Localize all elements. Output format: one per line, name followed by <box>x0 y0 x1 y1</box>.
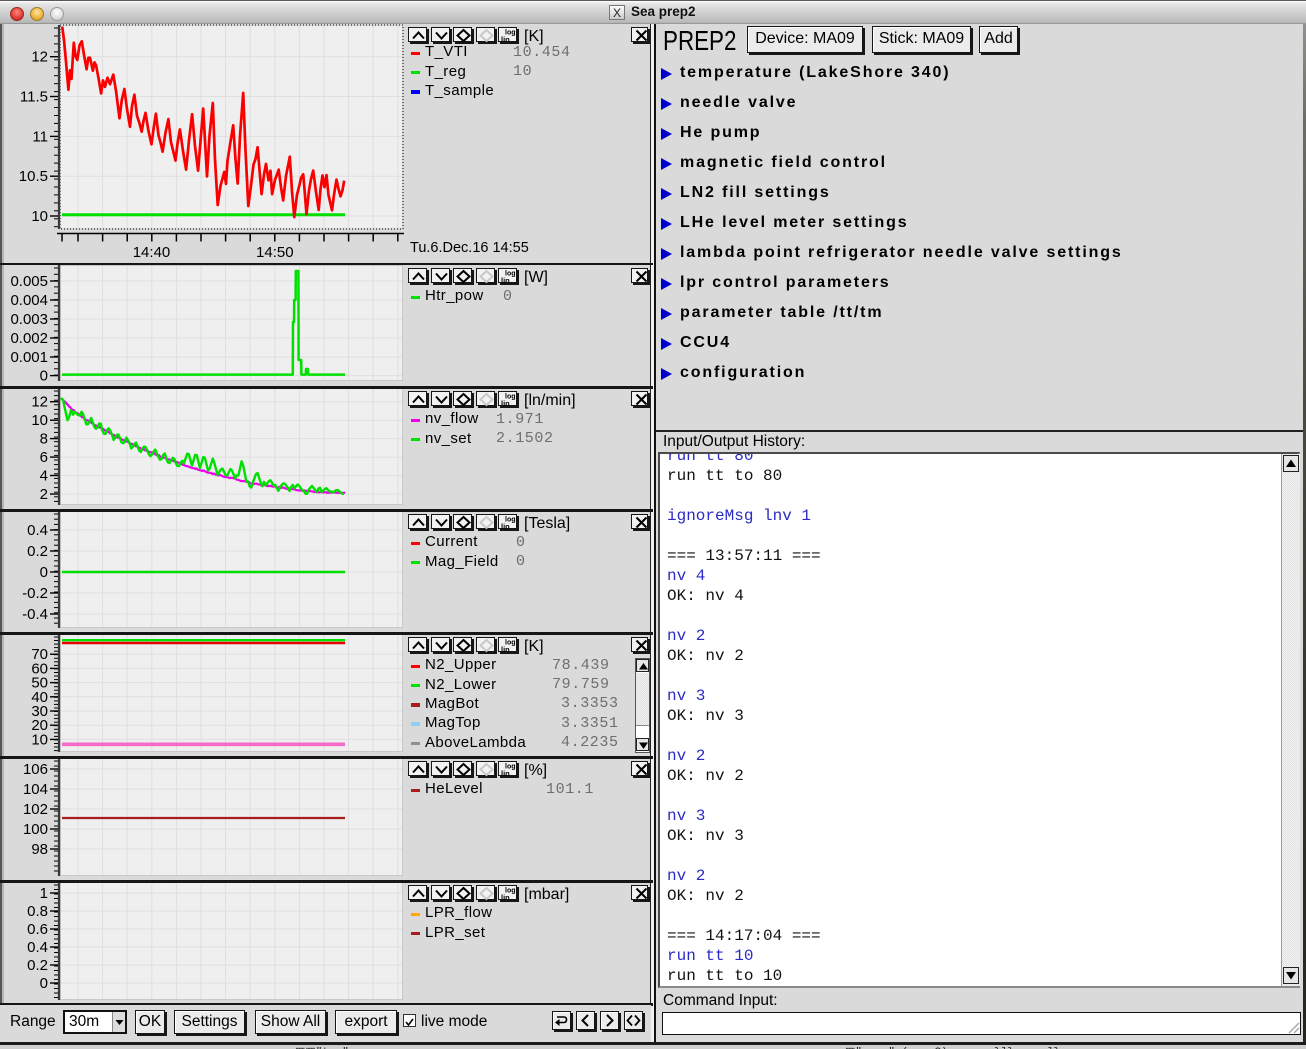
svg-text:lin: lin <box>501 399 510 407</box>
svg-text:8: 8 <box>40 431 48 448</box>
svg-text:0: 0 <box>40 368 48 385</box>
svg-text:10: 10 <box>31 208 48 225</box>
svg-text:14:40: 14:40 <box>133 244 171 261</box>
svg-text:0.4: 0.4 <box>27 939 48 956</box>
svg-text:0.8: 0.8 <box>27 903 48 920</box>
svg-text:0.005: 0.005 <box>10 273 48 290</box>
svg-text:lin: lin <box>501 645 510 653</box>
svg-text:2: 2 <box>40 486 48 503</box>
svg-text:lin: lin <box>501 35 510 43</box>
svg-text:11.5: 11.5 <box>20 89 48 106</box>
svg-text:0.003: 0.003 <box>10 311 48 328</box>
svg-text:1: 1 <box>40 885 48 902</box>
svg-text:lin: lin <box>501 276 510 284</box>
svg-text:4: 4 <box>40 468 48 485</box>
svg-text:-0.2: -0.2 <box>22 585 48 602</box>
svg-text:0.004: 0.004 <box>10 292 48 309</box>
svg-text:12: 12 <box>31 394 48 411</box>
svg-text:-0.4: -0.4 <box>22 606 48 623</box>
svg-text:0.001: 0.001 <box>10 349 48 366</box>
svg-text:lin: lin <box>501 769 510 777</box>
svg-text:lin: lin <box>501 522 510 530</box>
svg-text:0.6: 0.6 <box>27 921 48 938</box>
svg-text:0.2: 0.2 <box>27 957 48 974</box>
svg-text:100: 100 <box>23 821 48 838</box>
svg-text:106: 106 <box>23 761 48 778</box>
svg-text:14:50: 14:50 <box>256 244 294 261</box>
svg-text:12: 12 <box>31 49 48 66</box>
svg-text:0.4: 0.4 <box>27 522 48 539</box>
svg-text:0: 0 <box>40 975 48 992</box>
svg-text:11: 11 <box>32 128 48 145</box>
svg-text:10: 10 <box>31 731 48 748</box>
svg-text:lin: lin <box>501 893 510 901</box>
svg-text:0.2: 0.2 <box>27 543 48 560</box>
svg-text:98: 98 <box>31 841 48 858</box>
svg-text:6: 6 <box>40 449 48 466</box>
svg-text:0: 0 <box>40 564 48 581</box>
svg-text:10.5: 10.5 <box>19 168 48 185</box>
svg-text:102: 102 <box>23 801 48 818</box>
svg-text:104: 104 <box>23 781 48 798</box>
svg-text:0.002: 0.002 <box>10 330 48 347</box>
svg-text:10: 10 <box>31 412 48 429</box>
